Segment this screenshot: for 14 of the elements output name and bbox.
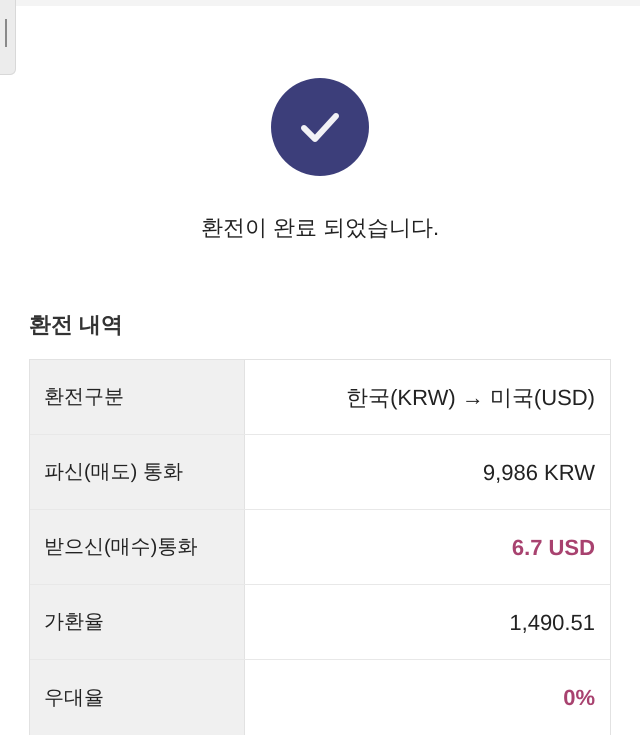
value-cell-text: 0% <box>562 684 596 712</box>
success-message: 환전이 완료 되었습니다. <box>200 214 440 242</box>
label-cell: 받으신(매수)통화 <box>30 510 245 584</box>
check-icon <box>271 78 369 176</box>
value-cell-text: 한국(KRW) → 미국(USD) <box>345 384 596 412</box>
label-cell: 환전구분 <box>30 360 245 434</box>
section-title: 환전 내역 <box>29 311 124 339</box>
label-cell: 파신(매도) 통화 <box>30 435 245 509</box>
drawer-handle[interactable] <box>0 0 16 75</box>
value-cell-text: 9,986 KRW <box>482 458 596 486</box>
label-cell: 가환율 <box>30 585 245 659</box>
value-cell-text: 1,490.51 <box>508 608 596 636</box>
value-cell-text: 6.7 USD <box>510 534 596 562</box>
label-cell: 우대율 <box>30 660 245 735</box>
